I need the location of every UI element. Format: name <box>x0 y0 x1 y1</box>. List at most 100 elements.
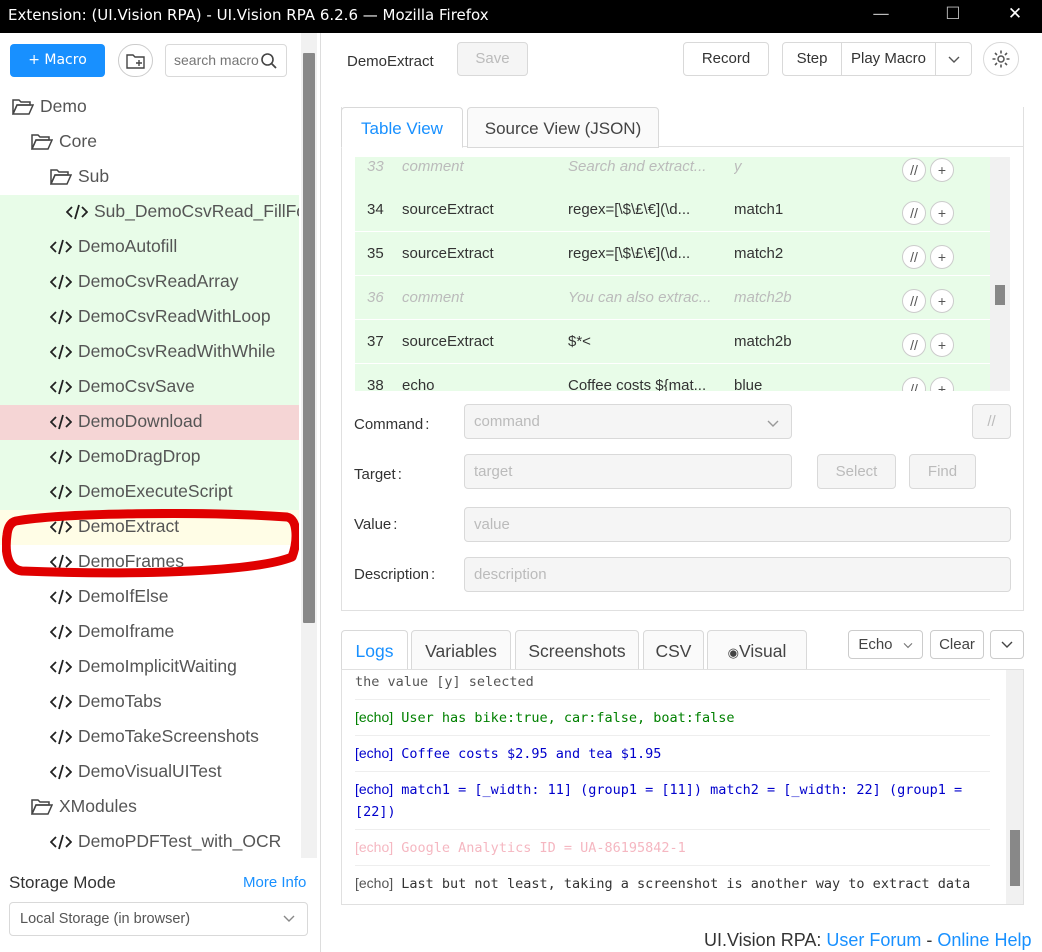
command-row[interactable]: 36 comment You can also extrac... match2b //… <box>355 276 991 320</box>
tree-macro[interactable]: DemoDragDrop <box>0 440 299 475</box>
row-value: match2b <box>734 289 792 306</box>
window-titlebar: Extension: (UI.Vision RPA) - UI.Vision R… <box>0 0 1042 33</box>
select-button[interactable]: Select <box>817 454 896 489</box>
command-table-scrollbar[interactable] <box>990 157 1010 391</box>
tree-macro[interactable]: DemoCsvReadWithLoop <box>0 300 299 335</box>
tree-item-label: DemoDragDrop <box>78 446 201 466</box>
tree-macro[interactable]: DemoDownload <box>0 405 299 440</box>
tab-table-view[interactable]: Table View <box>341 107 463 148</box>
sidebar-scrollbar-thumb[interactable] <box>303 53 315 623</box>
search-input[interactable] <box>174 52 266 68</box>
tree-macro[interactable]: DemoIframe <box>0 615 299 650</box>
save-button[interactable]: Save <box>457 42 528 76</box>
log-scrollbar[interactable] <box>1006 670 1023 904</box>
tree-macro[interactable]: DemoIfElse <box>0 580 299 615</box>
log-entry: [echo] Google Analytics ID = UA-86195842… <box>355 836 990 866</box>
play-options-dropdown[interactable] <box>935 42 972 76</box>
tab-logs[interactable]: Logs <box>341 630 408 670</box>
row-command: sourceExtract <box>402 333 494 350</box>
tree-folder[interactable]: Sub <box>0 160 299 195</box>
online-help-link[interactable]: Online Help <box>937 930 1031 950</box>
tree-macro[interactable]: DemoCsvReadWithWhile <box>0 335 299 370</box>
tree-macro[interactable]: DemoImplicitWaiting <box>0 650 299 685</box>
row-add-button[interactable]: + <box>930 289 954 313</box>
command-row[interactable]: 34 sourceExtract regex=[\$\£\€](\d... match… <box>355 188 991 232</box>
row-comment-button[interactable]: // <box>902 245 926 269</box>
log-text: Coffee costs $2.95 and tea $1.95 <box>401 746 662 762</box>
tree-item-label: Demo <box>40 96 87 116</box>
storage-mode-select[interactable]: Local Storage (in browser) <box>9 902 308 936</box>
minimize-button[interactable]: — <box>858 0 904 30</box>
tree-item-label: DemoCsvReadArray <box>78 271 239 291</box>
more-info-link[interactable]: More Info <box>243 874 306 891</box>
row-comment-button[interactable]: // <box>902 201 926 225</box>
log-filter-select[interactable]: Echo <box>848 630 923 659</box>
command-row[interactable]: 33 comment Search and extract... y //+ <box>355 157 991 189</box>
tree-macro[interactable]: DemoExecuteScript <box>0 475 299 510</box>
row-comment-button[interactable]: // <box>902 289 926 313</box>
tree-item-label: DemoCsvSave <box>78 376 195 396</box>
row-add-button[interactable]: + <box>930 333 954 357</box>
tab-csv[interactable]: CSV <box>643 630 704 670</box>
command-row[interactable]: 37 sourceExtract $*< match2b //+ <box>355 320 991 364</box>
command-row[interactable]: 35 sourceExtract regex=[\$\£\€](\d... match… <box>355 232 991 276</box>
code-icon <box>49 693 73 711</box>
play-macro-button[interactable]: Play Macro <box>841 42 936 76</box>
tree-macro[interactable]: DemoVisualUITest <box>0 755 299 790</box>
tree-macro[interactable]: DemoCsvReadArray <box>0 265 299 300</box>
command-select[interactable]: command <box>464 404 792 439</box>
search-icon[interactable] <box>260 52 278 70</box>
description-input[interactable]: description <box>464 557 1011 592</box>
maximize-button[interactable]: ☐ <box>930 0 976 30</box>
log-entry: [echo] Coffee costs $2.95 and tea $1.95 <box>355 742 990 772</box>
record-button[interactable]: Record <box>683 42 769 76</box>
row-comment-button[interactable]: // <box>902 333 926 357</box>
row-add-button[interactable]: + <box>930 201 954 225</box>
tab-variables[interactable]: Variables <box>411 630 511 670</box>
log-scrollbar-thumb[interactable] <box>1010 830 1020 886</box>
settings-button[interactable] <box>983 42 1019 76</box>
chevron-down-icon <box>903 643 913 649</box>
tree-macro[interactable]: Sub_DemoCsvRead_FillForm <box>0 195 299 230</box>
user-forum-link[interactable]: User Forum <box>826 930 921 950</box>
search-box[interactable] <box>165 44 287 77</box>
code-icon <box>49 378 73 396</box>
tab-screenshots[interactable]: Screenshots <box>515 630 639 670</box>
new-macro-button[interactable]: + Macro <box>10 44 105 77</box>
comment-toggle-button[interactable]: // <box>972 404 1011 439</box>
tree-macro[interactable]: DemoAutofill <box>0 230 299 265</box>
value-input[interactable]: value <box>464 507 1011 542</box>
tree-folder[interactable]: XModules <box>0 790 299 825</box>
clear-logs-button[interactable]: Clear <box>930 630 984 659</box>
command-row[interactable]: 38 echo Coffee costs ${mat... blue // + <box>355 364 991 391</box>
step-button[interactable]: Step <box>782 42 842 76</box>
tree-item-label: DemoExecuteScript <box>78 481 233 501</box>
value-label-text: Value <box>354 516 392 533</box>
tree-macro[interactable]: DemoPDFTest_with_OCR <box>0 825 299 858</box>
new-folder-button[interactable] <box>118 44 153 77</box>
tab-source-view[interactable]: Source View (JSON) <box>467 107 659 148</box>
log-text: Last but not least, taking a screenshot … <box>401 876 971 892</box>
tree-folder[interactable]: Demo <box>0 90 299 125</box>
row-add-button[interactable]: + <box>930 377 954 391</box>
row-add-button[interactable]: + <box>930 245 954 269</box>
code-icon <box>49 623 73 641</box>
tree-macro[interactable]: DemoCsvSave <box>0 370 299 405</box>
find-button[interactable]: Find <box>909 454 976 489</box>
close-button[interactable]: ✕ <box>992 0 1038 30</box>
red-highlight-annotation <box>2 509 299 578</box>
target-label-colon: : <box>397 466 402 483</box>
tree-item-label: XModules <box>59 796 137 816</box>
target-input[interactable]: target <box>464 454 792 489</box>
command-table-scrollbar-thumb[interactable] <box>995 285 1005 305</box>
tree-folder[interactable]: Core <box>0 125 299 160</box>
row-comment-button[interactable]: // <box>902 158 926 182</box>
row-add-button[interactable]: + <box>930 158 954 182</box>
tree-macro[interactable]: DemoTabs <box>0 685 299 720</box>
gear-icon <box>992 50 1010 68</box>
tree-macro[interactable]: DemoTakeScreenshots <box>0 720 299 755</box>
collapse-logs-button[interactable] <box>990 630 1024 659</box>
row-comment-button[interactable]: // <box>902 377 926 391</box>
code-icon <box>49 273 73 291</box>
tab-visual[interactable]: ◉Visual <box>707 630 807 670</box>
